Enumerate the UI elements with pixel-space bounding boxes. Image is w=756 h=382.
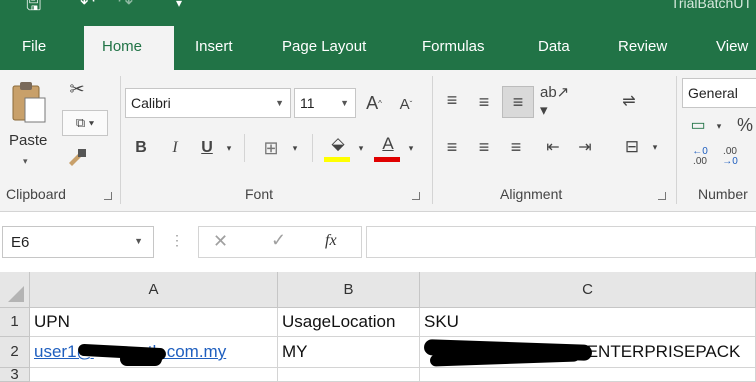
redaction-scribble <box>120 352 162 366</box>
tab-insert[interactable]: Insert <box>195 38 233 55</box>
tab-data[interactable]: Data <box>538 38 570 55</box>
grow-font-button[interactable]: A ^ <box>362 90 386 116</box>
borders-dropdown-icon[interactable]: ▾ <box>288 134 302 162</box>
row-header-2[interactable]: 2 <box>0 337 30 368</box>
row-header-3[interactable]: 3 <box>0 368 30 382</box>
column-header-c[interactable]: C <box>420 272 756 308</box>
cell-c3[interactable] <box>420 368 756 382</box>
paste-dropdown-icon[interactable]: ▾ <box>23 156 28 167</box>
save-icon[interactable]: 🖫 <box>26 0 41 22</box>
tab-file[interactable]: File <box>22 38 46 55</box>
paste-button[interactable]: Paste <box>9 132 47 149</box>
font-divider <box>312 134 313 162</box>
redo-icon[interactable]: ↷ <box>118 0 133 13</box>
increase-indent-icon[interactable]: ⇥ <box>572 134 598 160</box>
cell-b3[interactable] <box>278 368 420 382</box>
tab-page-layout[interactable]: Page Layout <box>282 38 366 55</box>
font-size-select[interactable]: 11 ▼ <box>294 88 356 118</box>
merge-dropdown-icon[interactable]: ▾ <box>648 134 662 160</box>
font-launcher-icon[interactable] <box>412 192 420 200</box>
increase-decimal-button[interactable]: ←0.00 <box>688 144 712 170</box>
number-format-select[interactable]: General <box>682 78 756 108</box>
ribbon-home: Paste ▾ ✂ ⧉ ▾ Clipboard Calibri ▼ 11 ▼ A ^ … <box>0 70 756 212</box>
insert-function-icon[interactable]: fx <box>325 232 337 250</box>
group-label-number: Number <box>698 186 748 202</box>
bottom-align-icon[interactable]: ≡ <box>502 86 534 118</box>
fill-color-bar <box>324 157 350 162</box>
group-divider <box>120 76 121 204</box>
worksheet-grid: A B C 1 UPN UsageLocation SKU 2 user1@ t… <box>0 272 756 382</box>
row-header-1[interactable]: 1 <box>0 308 30 337</box>
orientation-icon[interactable]: ab↗ ▾ <box>540 84 580 119</box>
shrink-font-button[interactable]: Aˇ <box>394 92 418 116</box>
window-title: TrialBatchUT <box>670 0 752 11</box>
undo-icon[interactable]: ↶ <box>80 0 95 13</box>
group-label-clipboard: Clipboard <box>6 186 66 202</box>
cell-a1[interactable]: UPN <box>30 308 278 337</box>
align-right-icon[interactable]: ≡ <box>504 134 528 160</box>
cancel-icon[interactable]: ✕ <box>213 231 228 252</box>
align-center-icon[interactable]: ≡ <box>472 134 496 160</box>
font-name-select[interactable]: Calibri ▼ <box>125 88 291 118</box>
merge-center-icon[interactable]: ⊟ <box>618 134 646 160</box>
underline-dropdown-icon[interactable]: ▾ <box>222 134 236 162</box>
decrease-decimal-button[interactable]: .00 →0 <box>718 144 742 170</box>
column-header-b[interactable]: B <box>278 272 420 308</box>
fill-color-icon[interactable]: ⬙ <box>324 132 352 156</box>
bold-button[interactable]: B <box>128 134 154 162</box>
font-color-dropdown-icon[interactable]: ▾ <box>404 134 418 162</box>
title-bar: 🖫 ↶ ↷ ▾ TrialBatchUT <box>0 0 756 26</box>
copy-icon[interactable]: ⧉ ▾ <box>62 110 108 136</box>
select-all-corner[interactable] <box>0 272 30 308</box>
align-left-icon[interactable]: ≡ <box>440 134 464 160</box>
formula-buttons: ✕ ✓ fx <box>198 226 362 258</box>
name-box[interactable]: E6 ▼ <box>2 226 154 258</box>
column-header-a[interactable]: A <box>30 272 278 308</box>
tab-formulas[interactable]: Formulas <box>422 38 485 55</box>
formula-bar: E6 ▼ ⋮ ✕ ✓ fx <box>0 212 756 272</box>
fill-color-dropdown-icon[interactable]: ▾ <box>354 134 368 162</box>
formula-input[interactable] <box>366 226 756 258</box>
clipboard-launcher-icon[interactable] <box>104 192 112 200</box>
tab-view[interactable]: View <box>716 38 748 55</box>
cut-icon[interactable]: ✂ <box>64 76 90 102</box>
paste-icon[interactable] <box>6 78 52 132</box>
group-divider <box>676 76 677 204</box>
group-divider <box>432 76 433 204</box>
borders-icon[interactable]: ⊞ <box>256 134 286 162</box>
enter-icon[interactable]: ✓ <box>271 230 286 251</box>
currency-dropdown-icon[interactable]: ▾ <box>712 114 726 138</box>
cell-b1[interactable]: UsageLocation <box>278 308 420 337</box>
top-align-icon[interactable]: ≡ <box>440 88 464 112</box>
formula-bar-grip-icon[interactable]: ⋮ <box>170 232 184 249</box>
cell-b2[interactable]: MY <box>278 337 420 368</box>
tab-home[interactable]: Home <box>84 26 174 70</box>
middle-align-icon[interactable]: ≡ <box>472 90 496 114</box>
group-label-font: Font <box>245 186 274 202</box>
font-color-button[interactable]: A <box>374 132 402 156</box>
ribbon-tab-bar: File Home Insert Page Layout Formulas Da… <box>0 26 756 70</box>
customize-qat-icon[interactable]: ▾ <box>176 0 182 10</box>
decrease-indent-icon[interactable]: ⇤ <box>540 134 566 160</box>
underline-button[interactable]: U <box>194 134 220 162</box>
italic-button[interactable]: I <box>162 134 188 162</box>
percent-style-button[interactable]: % <box>734 112 756 138</box>
font-divider <box>244 134 245 162</box>
tab-review[interactable]: Review <box>618 38 667 55</box>
currency-format-icon[interactable]: ▭ <box>684 112 712 138</box>
cell-c1[interactable]: SKU <box>420 308 756 337</box>
font-color-bar <box>374 157 400 162</box>
group-label-alignment: Alignment <box>500 186 563 202</box>
wrap-text-icon[interactable]: ⇌ <box>616 88 642 114</box>
cell-a3[interactable] <box>30 368 278 382</box>
format-painter-icon[interactable] <box>64 146 90 168</box>
alignment-launcher-icon[interactable] <box>658 192 666 200</box>
